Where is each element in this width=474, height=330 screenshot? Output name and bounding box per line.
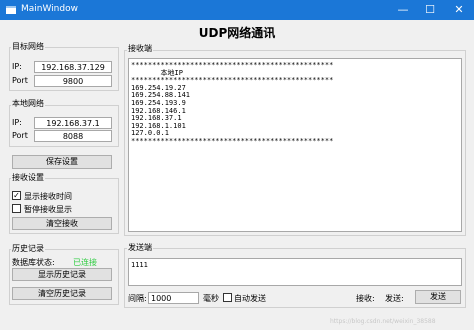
interval-input[interactable]: 1000 bbox=[148, 292, 199, 304]
db-status-label: 数据库状态: bbox=[12, 258, 55, 267]
close-button[interactable]: ✕ bbox=[444, 0, 474, 20]
send-textarea[interactable]: 1111 bbox=[128, 258, 462, 286]
show-history-button[interactable]: 显示历史记录 bbox=[12, 268, 112, 281]
minimize-button[interactable]: — bbox=[390, 0, 416, 20]
target-port-input[interactable]: 9800 bbox=[34, 75, 112, 87]
target-network-title: 目标网络 bbox=[11, 41, 45, 52]
clear-receive-button[interactable]: 清空接收 bbox=[12, 217, 112, 230]
show-receive-time-checkbox[interactable]: ✓ bbox=[12, 191, 21, 200]
local-port-label: Port bbox=[12, 131, 28, 140]
checkmark-icon: ✓ bbox=[13, 191, 20, 200]
interval-unit-label: 毫秒 bbox=[203, 294, 219, 303]
target-port-label: Port bbox=[12, 76, 28, 85]
watermark-text: https://blog.csdn.net/weixin_38588 bbox=[330, 318, 436, 325]
page-title: UDP网络通讯 bbox=[198, 26, 276, 40]
save-settings-button[interactable]: 保存设置 bbox=[12, 155, 112, 169]
receive-count-label: 接收: bbox=[356, 294, 375, 303]
receive-textarea[interactable]: ****************************************… bbox=[128, 58, 462, 232]
auto-send-label: 自动发送 bbox=[234, 294, 266, 303]
show-receive-time-label: 显示接收时间 bbox=[24, 192, 72, 201]
target-ip-label: IP: bbox=[12, 62, 22, 71]
pause-receive-label: 暂停接收显示 bbox=[24, 205, 72, 214]
local-port-input[interactable]: 8088 bbox=[34, 130, 112, 142]
receive-settings-title: 接收设置 bbox=[11, 172, 45, 183]
auto-send-checkbox[interactable] bbox=[223, 293, 232, 302]
history-title: 历史记录 bbox=[11, 243, 45, 254]
receive-content: ****************************************… bbox=[131, 61, 334, 145]
maximize-button[interactable]: ☐ bbox=[418, 0, 442, 20]
local-ip-label: IP: bbox=[12, 118, 22, 127]
receive-panel-title: 接收端 bbox=[127, 43, 153, 54]
send-content: 1111 bbox=[131, 261, 148, 269]
local-ip-input[interactable]: 192.168.37.1 bbox=[34, 117, 112, 129]
local-network-title: 本地网络 bbox=[11, 98, 45, 109]
target-ip-input[interactable]: 192.168.37.129 bbox=[34, 61, 112, 73]
pause-receive-checkbox[interactable] bbox=[12, 204, 21, 213]
app-icon bbox=[6, 6, 16, 14]
send-panel-title: 发送端 bbox=[127, 242, 153, 253]
send-button[interactable]: 发送 bbox=[415, 290, 461, 304]
send-count-label: 发送: bbox=[385, 294, 404, 303]
db-status-value: 已连接 bbox=[73, 258, 97, 267]
window-title: MainWindow bbox=[21, 4, 78, 14]
clear-history-button[interactable]: 清空历史记录 bbox=[12, 287, 112, 300]
interval-label: 间隔: bbox=[128, 294, 147, 303]
